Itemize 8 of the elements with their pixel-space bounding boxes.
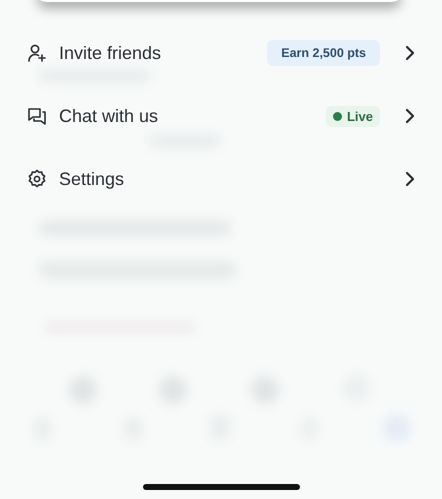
- menu-item[interactable]: Chat with us Live: [0, 94, 442, 138]
- menu-item[interactable]: Settings: [0, 157, 442, 201]
- menu-item-label: Invite friends: [59, 42, 162, 64]
- menu-item-label: Chat with us: [59, 106, 160, 126]
- live-badge: Live: [326, 106, 380, 126]
- points-badge: Earn 2,500 pts: [267, 40, 380, 66]
- menu-item-label: Settings: [59, 168, 126, 190]
- menu-item[interactable]: Invite friends Earn 2,500 pts: [0, 31, 442, 75]
